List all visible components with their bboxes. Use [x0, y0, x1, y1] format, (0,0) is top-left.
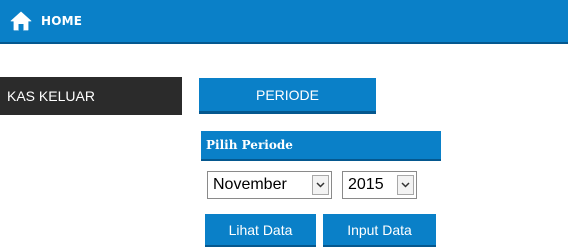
top-navigation-bar: HOME: [0, 0, 568, 44]
year-select[interactable]: 2015: [342, 171, 417, 199]
home-icon: [10, 11, 32, 31]
lihat-data-button[interactable]: Lihat Data: [205, 214, 316, 247]
month-select-value: November: [213, 176, 287, 193]
tab-periode[interactable]: PERIODE: [199, 78, 376, 114]
chevron-down-icon: [312, 175, 329, 195]
panel-title: Pilih Periode: [201, 131, 441, 161]
page: HOME KAS KELUAR PERIODE Pilih Periode No…: [0, 0, 568, 249]
chevron-down-icon: [397, 175, 414, 195]
month-select[interactable]: November: [207, 171, 332, 199]
home-label: HOME: [41, 14, 83, 28]
menu-item-kas-keluar[interactable]: KAS KELUAR: [0, 77, 182, 115]
home-link[interactable]: HOME: [10, 10, 82, 32]
input-data-button[interactable]: Input Data: [323, 214, 436, 247]
year-select-value: 2015: [348, 176, 384, 193]
